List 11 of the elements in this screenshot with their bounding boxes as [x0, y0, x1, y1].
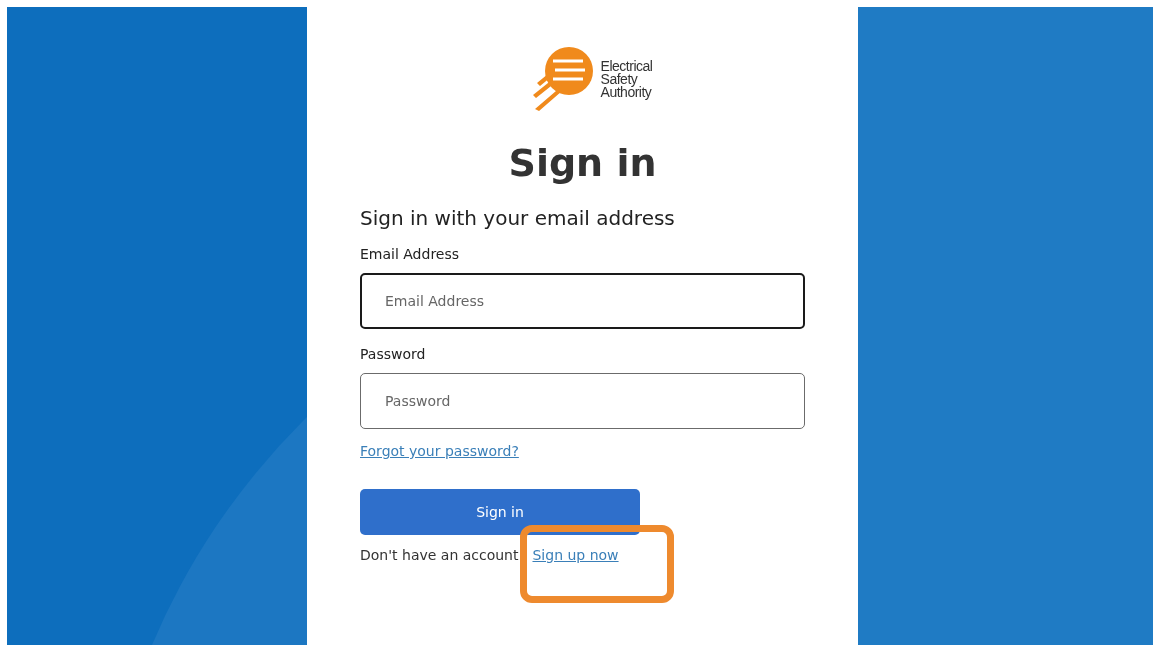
sign-in-button[interactable]: Sign in: [360, 489, 640, 535]
page-title: Sign in: [507, 141, 658, 185]
sign-up-link[interactable]: Sign up now: [532, 547, 619, 563]
input-field[interactable]: Email Address: [360, 273, 805, 329]
field-label: Email Address: [360, 245, 461, 263]
forgot-password-link[interactable]: Forgot your password?: [360, 443, 519, 459]
field-label: Password: [360, 345, 427, 363]
input-field[interactable]: Password: [360, 373, 805, 429]
signup-prompt: Don't have an account: [360, 547, 519, 563]
subtitle: Sign in with your email address: [360, 205, 676, 231]
logo-text: Electrical Safety Authority: [600, 59, 653, 99]
